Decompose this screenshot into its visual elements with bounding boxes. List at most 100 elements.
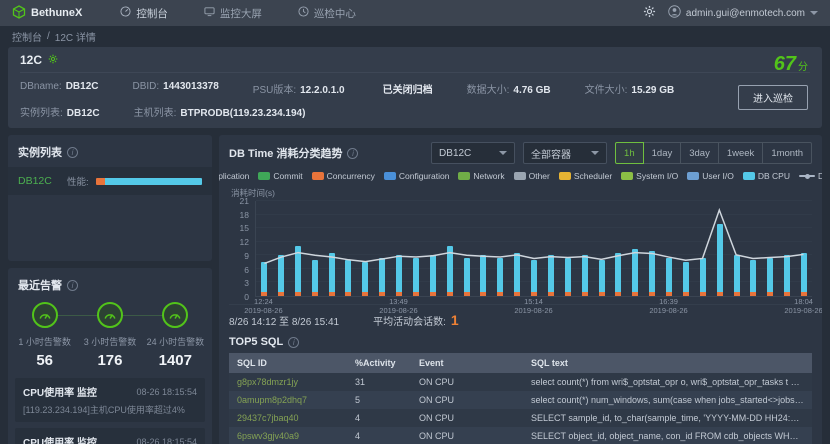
legend-label: User I/O — [702, 171, 734, 181]
user-email: admin.gui@enmotech.com — [686, 8, 805, 19]
field-label: PSU版本: — [253, 85, 296, 96]
legend-item-application[interactable]: Application — [219, 171, 249, 181]
instance-rows: DB12C性能: — [8, 167, 212, 195]
select-value: 全部容器 — [531, 146, 571, 161]
legend-item-commit[interactable]: Commit — [258, 171, 302, 181]
sql-id-link[interactable]: 6pswv3gjv40a9 — [237, 431, 299, 441]
column-header: SQL ID — [229, 353, 347, 373]
field-value: 已关闭归档 — [383, 85, 433, 96]
breadcrumb-current: 12C 详情 — [55, 29, 96, 44]
legend-color-swatch — [743, 172, 755, 180]
legend-color-swatch — [312, 172, 324, 180]
enter-inspection-button[interactable]: 进入巡检 — [738, 85, 808, 110]
legend-color-swatch — [559, 172, 571, 180]
chart-legend: ApplicationCommitConcurrencyConfiguratio… — [229, 171, 812, 181]
alarm-list-item[interactable]: CPU使用率 监控 08-26 18:15:54 [119.23.234.194… — [15, 428, 205, 444]
alarm-list: CPU使用率 监控 08-26 18:15:54 [119.23.234.194… — [8, 369, 212, 444]
settings-gear-icon[interactable] — [643, 5, 656, 21]
legend-item-scheduler[interactable]: Scheduler — [559, 171, 612, 181]
info-icon[interactable] — [67, 280, 78, 291]
legend-label: System I/O — [636, 171, 678, 181]
legend-color-swatch — [384, 172, 396, 180]
legend-item-user-i-o[interactable]: User I/O — [687, 171, 734, 181]
sql-text-cell: SELECT sample_id, to_char(sample_time, '… — [523, 409, 812, 427]
sql-id-link[interactable]: 0amupm8p2dhq7 — [237, 395, 307, 405]
legend-item-configuration[interactable]: Configuration — [384, 171, 450, 181]
db-info-field: 已关闭归档 — [379, 81, 433, 96]
legend-label: Concurrency — [327, 171, 375, 181]
sql-id-link[interactable]: g8px78dmzr1jy — [237, 377, 298, 387]
breadcrumb: 控制台 / 12C 详情 — [0, 26, 830, 47]
db-time-panel: DB Time 消耗分类趋势 DB12C 全部容器 1h1day3day1wee… — [219, 135, 822, 444]
brand-logo[interactable]: BethuneX — [12, 5, 82, 22]
legend-item-concurrency[interactable]: Concurrency — [312, 171, 375, 181]
container-select[interactable]: 全部容器 — [523, 142, 607, 164]
x-label-time: 12:24 — [244, 297, 282, 306]
instance-settings-icon[interactable] — [48, 53, 58, 67]
info-icon[interactable] — [67, 147, 78, 158]
user-menu[interactable]: admin.gui@enmotech.com — [668, 5, 818, 21]
legend-color-swatch — [514, 172, 526, 180]
range-button-1day[interactable]: 1day — [643, 142, 682, 164]
instance-list-panel: 实例列表 DB12C性能: — [8, 135, 212, 261]
db-info-row-1: DBname:DB12CDBID:1443013378PSU版本:12.2.0.… — [20, 81, 810, 96]
select-value: DB12C — [439, 148, 471, 159]
alarm-stat-label: 1 小时告警数 — [18, 335, 71, 348]
sql-id-cell: 29437c7jbaq40 — [229, 409, 347, 427]
x-label-time: 16:39 — [649, 297, 687, 306]
alarm-list-item[interactable]: CPU使用率 监控 08-26 18:15:54 [119.23.234.194… — [15, 378, 205, 422]
chart-controls: DB12C 全部容器 1h1day3day1week1month — [431, 142, 812, 164]
range-button-3day[interactable]: 3day — [680, 142, 719, 164]
instance-select[interactable]: DB12C — [431, 142, 515, 164]
nav-item-console[interactable]: 控制台 — [120, 6, 168, 21]
activity-cell: 4 — [347, 409, 411, 427]
legend-item-system-i-o[interactable]: System I/O — [621, 171, 678, 181]
y-tick-label: 3 — [244, 278, 249, 288]
x-axis-label: 16:392019-08-26 — [649, 297, 687, 316]
legend-item-db-time[interactable]: DB time — [799, 171, 822, 181]
field-label: 实例列表: — [20, 108, 63, 119]
legend-item-network[interactable]: Network — [458, 171, 504, 181]
sql-id-link[interactable]: 29437c7jbaq40 — [237, 413, 299, 423]
sql-text-cell: select count(*) from wri$_optstat_opr o,… — [523, 373, 812, 391]
field-value: DB12C — [67, 108, 100, 119]
score-value: 67 — [774, 53, 796, 75]
navbar-right: admin.gui@enmotech.com — [643, 5, 818, 21]
y-tick-label: 18 — [240, 210, 249, 220]
instance-row[interactable]: DB12C性能: — [8, 167, 212, 195]
sql-text-cell: SELECT object_id, object_name, con_id FR… — [523, 427, 812, 444]
recent-alarms-panel: 最近告警 1 小时告警数 56 3 小时告警数 176 24 小时告警数 140… — [8, 268, 212, 444]
alarm-stat: 3 小时告警数 176 — [77, 302, 142, 369]
x-axis-label: 13:492019-08-26 — [379, 297, 417, 316]
db-info-field: 文件大小:15.29 GB — [585, 81, 675, 96]
legend-item-db-cpu[interactable]: DB CPU — [743, 171, 790, 181]
info-icon[interactable] — [288, 337, 299, 348]
range-button-1month[interactable]: 1month — [762, 142, 812, 164]
info-icon[interactable] — [347, 148, 358, 159]
chevron-down-icon — [591, 151, 599, 155]
nav-item-big-screen[interactable]: 监控大屏 — [204, 6, 262, 21]
y-tick-label: 6 — [244, 265, 249, 275]
event-cell: ON CPU — [411, 409, 523, 427]
range-button-1h[interactable]: 1h — [615, 142, 644, 164]
nav-item-inspection-center[interactable]: 巡检中心 — [298, 6, 356, 21]
alarm-gauge-icon — [32, 302, 58, 328]
alarm-timestamp: 08-26 18:15:54 — [136, 437, 197, 444]
alarm-title: CPU使用率 监控 — [23, 384, 97, 399]
legend-item-other[interactable]: Other — [514, 171, 550, 181]
y-tick-label: 21 — [240, 196, 249, 206]
legend-dot-marker — [805, 174, 810, 179]
x-axis-label: 12:242019-08-26 — [244, 297, 282, 316]
breadcrumb-parent[interactable]: 控制台 — [12, 29, 42, 44]
health-score: 67分 — [774, 54, 808, 78]
alarm-stat: 1 小时告警数 56 — [12, 302, 77, 369]
alarm-stat: 24 小时告警数 1407 — [143, 302, 208, 369]
range-button-1week[interactable]: 1week — [718, 142, 763, 164]
legend-label: Other — [529, 171, 550, 181]
table-row: 0amupm8p2dhq75ON CPUselect count(*) num_… — [229, 391, 812, 409]
panel-title-text: DB Time 消耗分类趋势 — [229, 145, 342, 161]
y-tick-label: 9 — [244, 251, 249, 261]
instance-name: DB12C — [18, 175, 60, 187]
nav-item-label: 控制台 — [136, 6, 168, 21]
field-value: 12.2.0.1.0 — [300, 85, 344, 96]
